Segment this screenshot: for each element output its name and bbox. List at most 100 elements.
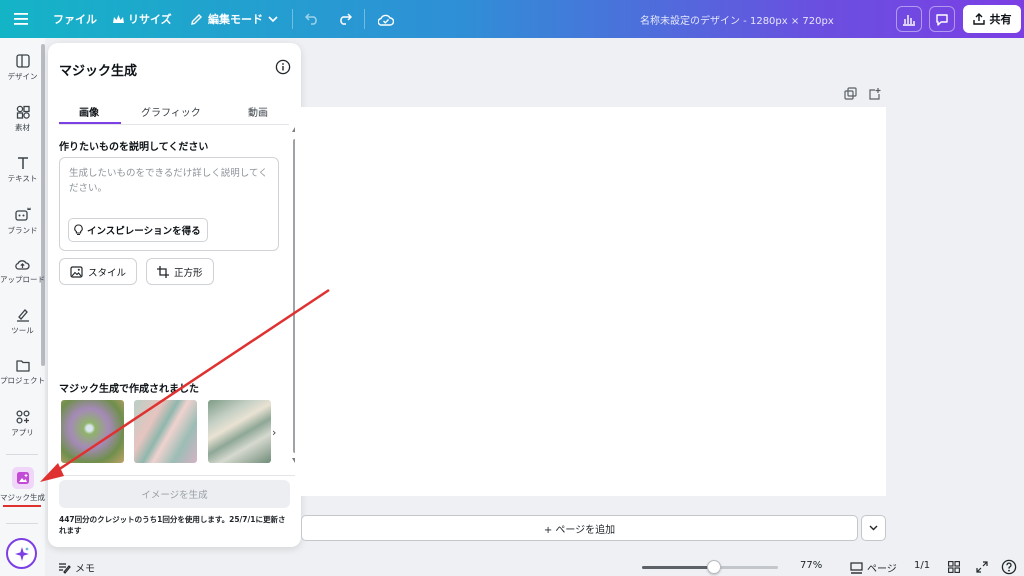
comment-icon — [936, 13, 948, 26]
aspect-ratio-label: 正方形 — [174, 267, 203, 279]
resize-label: リサイズ — [128, 13, 172, 26]
inspiration-label: インスピレーションを得る — [87, 226, 201, 237]
ai-assistant-button[interactable] — [6, 538, 37, 569]
pages-icon — [850, 561, 863, 574]
grid-view-icon[interactable] — [948, 561, 960, 573]
add-page-button[interactable]: + ページを追加 — [301, 515, 858, 541]
sidebar-item-magic-media[interactable]: マジック生成 — [0, 467, 45, 503]
pencil-icon — [191, 13, 202, 25]
zoom-slider-fill — [642, 566, 715, 569]
sidebar-item-apps[interactable]: アプリ — [0, 410, 45, 438]
chevron-right-icon[interactable]: › — [272, 426, 276, 439]
sidebar-item-elements[interactable]: 素材 — [0, 105, 45, 133]
sidebar-item-draw[interactable]: ツール — [0, 308, 45, 336]
save-status-button[interactable] — [378, 0, 394, 38]
file-menu[interactable]: ファイル — [53, 0, 97, 38]
chevron-down-icon — [268, 15, 278, 22]
sidebar-item-text[interactable]: テキスト — [0, 156, 45, 184]
active-tab-indicator — [59, 122, 121, 124]
toolbar-divider — [292, 9, 293, 29]
sidebar-item-label: アプリ — [11, 428, 34, 437]
share-button[interactable]: 共有 — [963, 5, 1021, 33]
style-label: スタイル — [88, 267, 127, 279]
fullscreen-icon[interactable] — [976, 561, 988, 573]
duplicate-page-icon[interactable] — [844, 87, 858, 101]
toolbar-divider — [364, 9, 365, 29]
sparkle-icon — [14, 546, 29, 561]
notes-label: メモ — [75, 564, 95, 575]
crop-icon — [157, 265, 169, 278]
help-icon[interactable] — [1001, 559, 1017, 575]
magic-media-panel: マジック生成 画像 グラフィック 動画 作りたいものを説明してください 生成した… — [48, 43, 301, 547]
undo-icon — [305, 13, 317, 25]
sidebar-item-uploads[interactable]: アップロード — [0, 258, 45, 285]
style-button[interactable]: スタイル — [59, 258, 138, 285]
sidebar-item-label: 素材 — [15, 123, 30, 132]
sidebar-item-label: アップロード — [0, 275, 45, 284]
sidebar-item-design[interactable]: デザイン — [0, 54, 45, 82]
sidebar-item-label: マジック生成 — [0, 493, 45, 502]
document-title[interactable]: 名称未設定のデザイン - 1280px × 720px — [640, 12, 834, 27]
redo-button[interactable] — [338, 0, 352, 38]
panel-title: マジック生成 — [59, 64, 138, 79]
add-page-icon[interactable] — [868, 87, 882, 101]
annotation-underline — [3, 505, 41, 507]
edit-mode-dropdown[interactable]: 編集モード — [190, 0, 278, 38]
crown-icon — [113, 14, 124, 23]
generate-image-button[interactable]: イメージを生成 — [59, 480, 290, 508]
tab-divider — [59, 124, 289, 125]
share-label: 共有 — [989, 13, 1012, 26]
chevron-down-icon — [869, 525, 878, 531]
magic-media-tile — [11, 467, 34, 489]
add-page-options-button[interactable] — [861, 515, 886, 541]
sidebar-item-projects[interactable]: プロジェクト — [0, 359, 45, 386]
elements-icon — [16, 105, 30, 119]
insights-button[interactable] — [896, 6, 922, 32]
analytics-icon — [903, 14, 915, 26]
image-style-icon — [70, 265, 83, 278]
folder-icon — [15, 360, 30, 372]
tab-videos[interactable]: 動画 — [248, 104, 268, 119]
text-icon — [17, 157, 28, 169]
zoom-level[interactable]: 77% — [800, 560, 822, 571]
redo-icon — [340, 13, 352, 25]
upload-icon — [972, 13, 985, 25]
design-icon — [15, 54, 30, 68]
left-sidebar: デザイン 素材 テキスト ブランド アップロード ツール プロジェクト アプリ … — [0, 38, 45, 576]
tab-graphics[interactable]: グラフィック — [141, 104, 201, 119]
prompt-placeholder: 生成したいものをできるだけ詳しく説明してください。 — [69, 168, 268, 194]
design-canvas[interactable] — [295, 107, 886, 496]
menu-icon — [14, 13, 28, 25]
resize-button[interactable]: リサイズ — [113, 0, 172, 38]
notes-button[interactable]: メモ — [58, 560, 95, 575]
sidebar-item-label: ツール — [11, 326, 34, 335]
notes-icon — [59, 562, 71, 574]
generated-image-thumbnail[interactable] — [208, 400, 271, 463]
sidebar-divider — [6, 523, 38, 524]
comments-button[interactable] — [929, 6, 955, 32]
tab-images[interactable]: 画像 — [79, 104, 99, 119]
sidebar-item-label: テキスト — [7, 174, 38, 183]
inspiration-button[interactable]: インスピレーションを得る — [68, 218, 208, 242]
panel-divider — [48, 475, 301, 476]
sidebar-item-label: デザイン — [7, 72, 38, 81]
lightbulb-icon — [74, 224, 83, 236]
aspect-ratio-button[interactable]: 正方形 — [146, 258, 214, 285]
sidebar-divider — [6, 454, 38, 455]
sidebar-item-label: プロジェクト — [0, 376, 45, 385]
edit-mode-label: 編集モード — [208, 13, 263, 26]
generated-image-thumbnail[interactable] — [61, 400, 124, 463]
generated-image-thumbnail[interactable] — [134, 400, 197, 463]
brand-icon — [14, 207, 31, 221]
apps-icon — [15, 410, 30, 424]
info-icon[interactable] — [275, 59, 291, 75]
menu-button[interactable] — [14, 0, 28, 38]
pages-button[interactable]: ページ — [850, 560, 897, 575]
draw-icon — [16, 309, 29, 322]
prompt-input[interactable]: 生成したいものをできるだけ詳しく説明してください。 インスピレーションを得る — [59, 157, 279, 251]
cloud-check-icon — [378, 14, 394, 26]
magic-media-icon — [16, 472, 29, 484]
sidebar-item-brand[interactable]: ブランド — [0, 206, 45, 236]
undo-button[interactable] — [305, 0, 319, 38]
zoom-slider-handle[interactable] — [707, 560, 722, 574]
